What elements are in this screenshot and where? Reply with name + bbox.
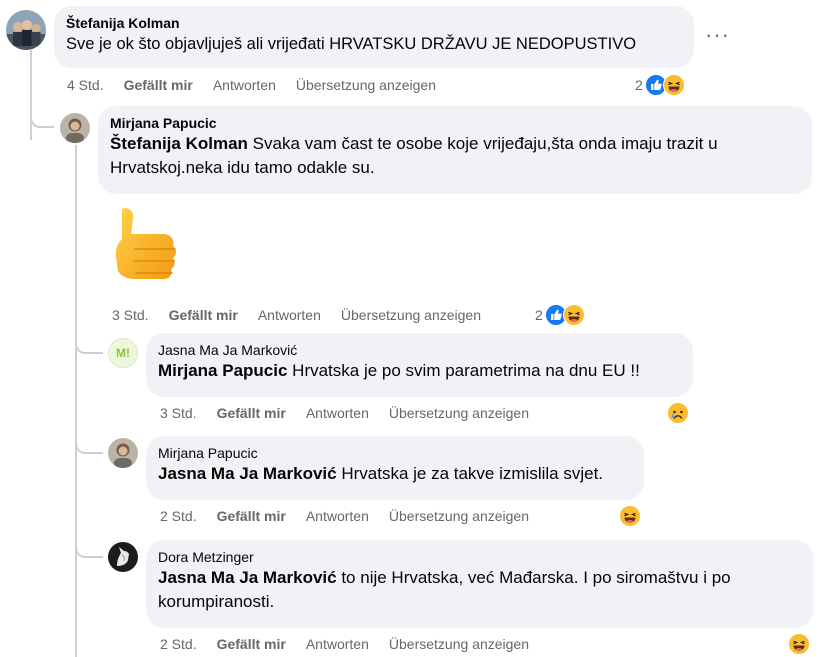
like-button[interactable]: Gefällt mir [217,508,286,524]
comment-author[interactable]: Štefanija Kolman [66,14,682,32]
avatar-initials: M! [116,346,130,360]
comment-time[interactable]: 3 Std. [160,405,197,421]
comment-bubble: Mirjana Papucic Jasna Ma Ja Marković Hrv… [146,436,644,500]
sad-face-icon [667,402,689,424]
reply-button[interactable]: Antworten [258,307,321,323]
laughing-face-icon [788,633,810,655]
comment-time[interactable]: 2 Std. [160,508,197,524]
reply-button[interactable]: Antworten [306,508,369,524]
reaction-count: 2 [535,307,543,323]
comment-bubble: Mirjana Papucic Štefanija Kolman Svaka v… [98,106,812,194]
comment-text: Sve je ok što objavljuješ ali vrijeđati … [66,35,637,53]
more-options-icon[interactable]: ··· [705,22,730,48]
thread-line-main [30,50,32,140]
laughing-face-icon [562,304,585,326]
comment-text-body: Hrvatska je po svim parametrima na dnu E… [287,361,640,380]
comment-bubble: Štefanija Kolman Sve je ok što objavljuj… [54,6,694,68]
translate-link[interactable]: Übersetzung anzeigen [296,77,436,93]
like-button[interactable]: Gefällt mir [217,405,286,421]
comment-text-body: Hrvatska je za takve izmislila svjet. [336,464,604,483]
comment-time[interactable]: 4 Std. [67,77,104,93]
comment-text: Jasna Ma Ja Marković to nije Hrvatska, v… [158,568,731,611]
laughing-face-icon [662,74,685,96]
thread-curve-reply-3 [75,432,103,454]
like-button[interactable]: Gefällt mir [169,307,238,323]
thread-curve-reply-2 [75,332,103,354]
comment-author[interactable]: Mirjana Papucic [110,114,800,132]
comment-text: Mirjana Papucic Hrvatska je po svim para… [158,361,640,380]
mention-link[interactable]: Jasna Ma Ja Marković [158,464,337,483]
comment-actions: 2 Std. Gefällt mir Antworten Übersetzung… [160,508,529,524]
avatar[interactable] [6,10,46,50]
thumbs-up-icon [108,205,186,289]
avatar[interactable] [108,542,138,572]
avatar[interactable]: M! [108,338,138,368]
mention-link[interactable]: Jasna Ma Ja Marković [158,568,337,587]
comment-author[interactable]: Dora Metzinger [158,548,801,566]
reaction-summary[interactable] [667,402,689,424]
comment-bubble: Jasna Ma Ja Marković Mirjana Papucic Hrv… [146,333,693,397]
comment-author[interactable]: Jasna Ma Ja Marković [158,341,681,359]
like-button[interactable]: Gefällt mir [217,636,286,652]
comment-text: Jasna Ma Ja Marković Hrvatska je za takv… [158,464,603,483]
comment-actions: 4 Std. Gefällt mir Antworten Übersetzung… [67,77,436,93]
comment-actions: 3 Std. Gefällt mir Antworten Übersetzung… [112,307,481,323]
translate-link[interactable]: Übersetzung anzeigen [389,636,529,652]
comment-text: Štefanija Kolman Svaka vam čast te osobe… [110,134,718,177]
mention-link[interactable]: Mirjana Papucic [158,361,287,380]
comment-time[interactable]: 2 Std. [160,636,197,652]
thread-line-nested [75,145,77,657]
comment-bubble: Dora Metzinger Jasna Ma Ja Marković to n… [146,540,813,628]
mention-link[interactable]: Štefanija Kolman [110,134,248,153]
avatar[interactable] [108,438,138,468]
reaction-summary[interactable]: 2 [535,304,585,326]
laughing-face-icon [619,505,641,527]
comment-time[interactable]: 3 Std. [112,307,149,323]
reaction-summary[interactable] [619,505,641,527]
thread-curve-reply-1 [30,100,54,128]
reply-button[interactable]: Antworten [306,636,369,652]
comment-author[interactable]: Mirjana Papucic [158,444,632,462]
comment-actions: 2 Std. Gefällt mir Antworten Übersetzung… [160,636,529,652]
translate-link[interactable]: Übersetzung anzeigen [389,405,529,421]
translate-link[interactable]: Übersetzung anzeigen [341,307,481,323]
reply-button[interactable]: Antworten [213,77,276,93]
thread-curve-reply-4 [75,536,103,558]
avatar[interactable] [60,113,90,143]
reaction-summary[interactable] [788,633,810,655]
translate-link[interactable]: Übersetzung anzeigen [389,508,529,524]
reply-button[interactable]: Antworten [306,405,369,421]
reaction-count: 2 [635,77,643,93]
comment-actions: 3 Std. Gefällt mir Antworten Übersetzung… [160,405,529,421]
reaction-summary[interactable]: 2 [635,74,685,96]
like-button[interactable]: Gefällt mir [124,77,193,93]
